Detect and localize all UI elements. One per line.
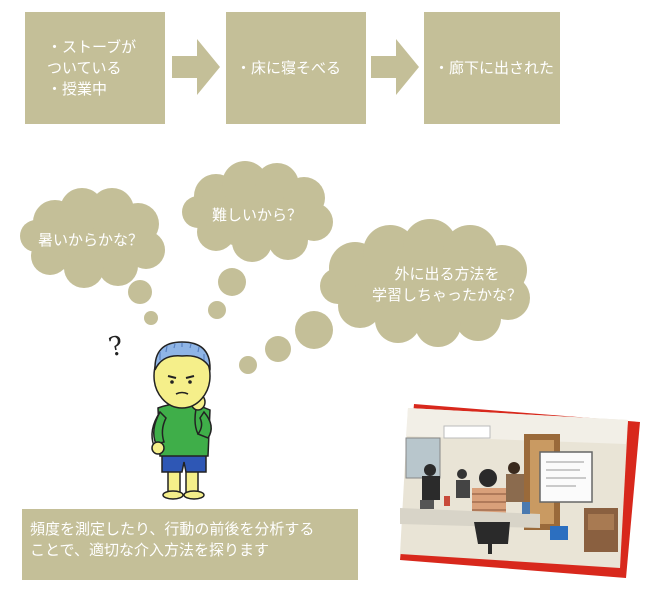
classroom-photo — [400, 404, 640, 578]
thought-cloud-1-line-1: 暑いからかな？ — [38, 231, 144, 249]
thought-cloud-2-line-1: 難しいから？ — [212, 206, 303, 224]
thought-cloud-3-line-2: 学習しちゃったかな？ — [372, 286, 523, 304]
caption-line-1: 頻度を測定したり、行動の前後を分析する — [30, 520, 315, 538]
thought-cloud-3-text: 外に出る方法を 学習しちゃったかな？ — [372, 264, 522, 306]
thought-cloud-3-line-1: 外に出る方法を — [394, 265, 500, 283]
thought-cloud-1-text: 暑いからかな？ — [38, 230, 143, 251]
thinking-boy-illustration — [151, 341, 212, 500]
thought-cloud-2-text: 難しいから？ — [212, 205, 302, 226]
caption-line-2: ことで、適切な介入方法を探ります — [30, 541, 269, 559]
caption-box: 頻度を測定したり、行動の前後を分析する ことで、適切な介入方法を探ります — [22, 509, 358, 580]
